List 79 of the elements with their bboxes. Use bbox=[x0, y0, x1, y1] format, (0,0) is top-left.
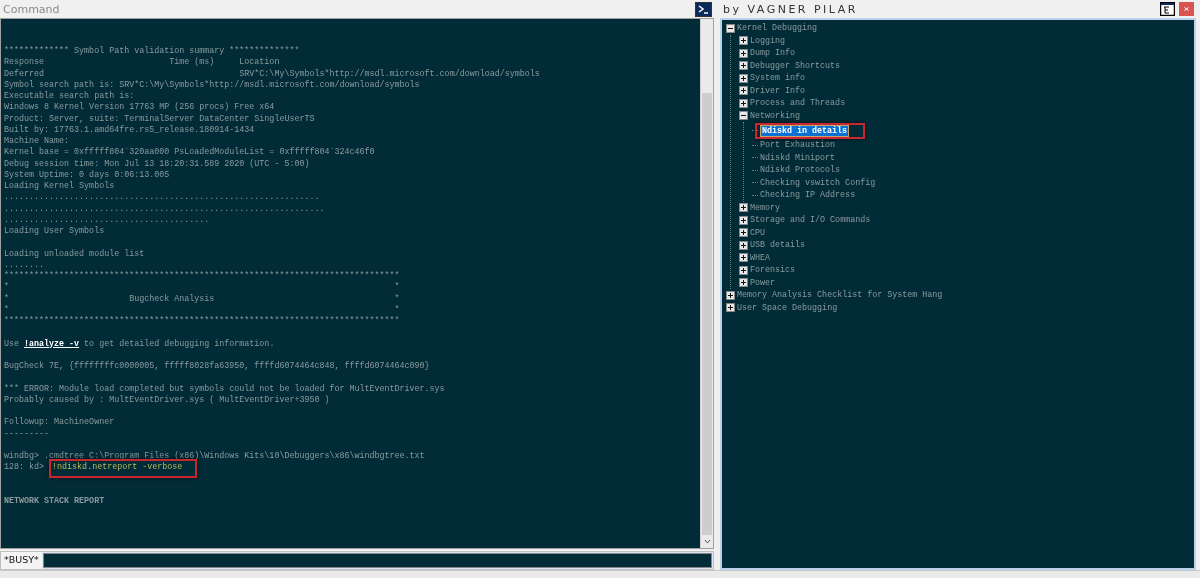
tree-item[interactable]: Debugger Shortcuts bbox=[749, 60, 842, 71]
console-line: ................................................................ bbox=[4, 203, 325, 215]
expand-icon[interactable] bbox=[739, 228, 748, 238]
expand-icon[interactable] bbox=[739, 278, 748, 288]
console-line: Built by: 17763.1.amd64fre.rs5_release.180914-1434 bbox=[4, 124, 255, 136]
console-line: ........ bbox=[4, 259, 45, 271]
console-line: Executable search path is: bbox=[4, 91, 135, 102]
expand-icon[interactable] bbox=[739, 48, 748, 58]
console-line: ......................................... bbox=[4, 214, 210, 226]
window-title: by VAGNER PILAR bbox=[723, 2, 858, 16]
tree-item[interactable]: Storage and I/O Commands bbox=[749, 215, 872, 226]
console-line: --------- bbox=[4, 428, 50, 440]
expand-icon[interactable] bbox=[739, 86, 748, 96]
console-line: windbg> .cmdtree C:\Program Files (x86)\Windows Kits\10\Debuggers\x86\windbgtree.txt bbox=[4, 451, 425, 462]
console-line: Debug session time: Mon Jul 13 18:20:31.589 2020 (UTC - 5:00) bbox=[4, 158, 310, 170]
tree-item[interactable]: Logging bbox=[749, 35, 787, 46]
tree-item[interactable]: CPU bbox=[749, 227, 767, 238]
console-line: Followup: MachineOwner bbox=[4, 417, 115, 429]
console-line: ************* Symbol Path validation summary ************** bbox=[4, 46, 300, 57]
window-title: Command bbox=[3, 2, 60, 16]
console-line: Deferred SRV*C:\My\Symbols*http://msdl.microsoft.com/download/symbols bbox=[4, 68, 540, 80]
tree-item[interactable]: Port Exhaustion bbox=[759, 140, 837, 151]
console-line: Symbol search path is: SRV*C:\My\Symbols*http://msdl.microsoft.com/download/symbols bbox=[4, 79, 420, 91]
console-prompt: 128: kd> bbox=[4, 462, 46, 474]
tree-item[interactable]: User Space Debugging bbox=[736, 302, 839, 313]
scrollbar[interactable] bbox=[700, 19, 713, 548]
console-line: System Uptime: 0 days 0:06:13.005 bbox=[4, 169, 170, 181]
tree-item[interactable]: Kernel Debugging bbox=[736, 23, 819, 34]
console-line: Loading Kernel Symbols bbox=[4, 181, 115, 193]
tree-item[interactable]: Process and Threads bbox=[749, 98, 847, 109]
expand-icon[interactable] bbox=[739, 98, 748, 108]
expand-icon[interactable] bbox=[726, 303, 735, 313]
console-line: Probably caused by : MultEventDriver.sys ( MultEventDriver+3950 ) bbox=[4, 394, 330, 406]
console-line: NETWORK STACK REPORT bbox=[4, 496, 105, 508]
console-line: ............................................................... bbox=[4, 192, 320, 204]
tree-item[interactable]: Ndiskd Miniport bbox=[759, 152, 837, 163]
expand-icon[interactable] bbox=[726, 290, 735, 300]
analyze-link[interactable]: !analyze -v bbox=[24, 338, 80, 349]
collapse-icon[interactable] bbox=[726, 23, 735, 33]
chevron-down-icon[interactable] bbox=[703, 539, 711, 544]
collapse-icon[interactable] bbox=[739, 111, 748, 121]
console-command: !ndiskd.netreport -verbose bbox=[51, 462, 184, 475]
expand-icon[interactable] bbox=[739, 61, 748, 71]
tree-item[interactable]: Checking IP Address bbox=[759, 190, 857, 201]
tree-item[interactable]: Driver Info bbox=[749, 85, 807, 96]
console-line: Use !analyze -v to get detailed debugging information. bbox=[4, 338, 275, 350]
tree-item[interactable]: Ndiskd in details bbox=[760, 124, 850, 137]
expand-icon[interactable] bbox=[739, 240, 748, 250]
tree-item[interactable]: Networking bbox=[749, 110, 802, 121]
busy-label: *BUSY* bbox=[1, 552, 42, 569]
console-line: Machine Name: bbox=[4, 136, 70, 147]
expand-icon[interactable] bbox=[739, 215, 748, 225]
expand-icon[interactable] bbox=[739, 203, 748, 213]
expand-icon[interactable] bbox=[739, 73, 748, 83]
tree-item[interactable]: USB details bbox=[749, 240, 807, 251]
command-input[interactable] bbox=[42, 553, 712, 568]
tree-item[interactable]: Power bbox=[749, 277, 777, 288]
expand-icon[interactable] bbox=[739, 253, 748, 263]
tree-item[interactable]: Dump Info bbox=[749, 48, 797, 59]
tree-item[interactable]: Memory Analysis Checklist for System Hang bbox=[736, 290, 944, 301]
console-line: *** ERROR: Module load completed but symbols could not be loaded for MultEventDriver.sys bbox=[4, 383, 445, 395]
expand-icon[interactable] bbox=[739, 265, 748, 275]
tree-item[interactable]: WHEA bbox=[749, 252, 772, 263]
expand-icon[interactable] bbox=[739, 36, 748, 46]
console-line: BugCheck 7E, {ffffffffc0000005, fffff8028fa63950, ffffd6074464c848, ffffd6074464c090} bbox=[4, 361, 430, 373]
console-line: Kernel base = 0xfffff804`320aa000 PsLoadedModuleList = 0xfffff804`324c46f0 bbox=[4, 147, 375, 159]
console-line: Product: Server, suite: TerminalServer DataCenter SingleUserTS bbox=[4, 113, 315, 125]
tree-item[interactable]: Memory bbox=[749, 202, 782, 213]
terminal-icon[interactable] bbox=[695, 1, 712, 17]
tree-item[interactable]: System info bbox=[749, 73, 807, 84]
tree-item[interactable]: Forensics bbox=[749, 265, 797, 276]
console-line: Windows 8 Kernel Version 17763 MP (256 procs) Free x64 bbox=[4, 102, 275, 114]
console-line: Loading User Symbols bbox=[4, 226, 105, 238]
tree-item[interactable]: Ndiskd Protocols bbox=[759, 165, 842, 176]
tree-item[interactable]: Checking vswitch Config bbox=[759, 177, 877, 188]
console-line: Response Time (ms) Location bbox=[4, 57, 280, 69]
console-text: ******************************************************************************* * * * Bugcheck Analysis * * * ******************************************************************************* bbox=[4, 271, 400, 328]
console-line: Loading unloaded module list bbox=[4, 248, 145, 260]
tree-view-icon[interactable] bbox=[1160, 2, 1175, 16]
